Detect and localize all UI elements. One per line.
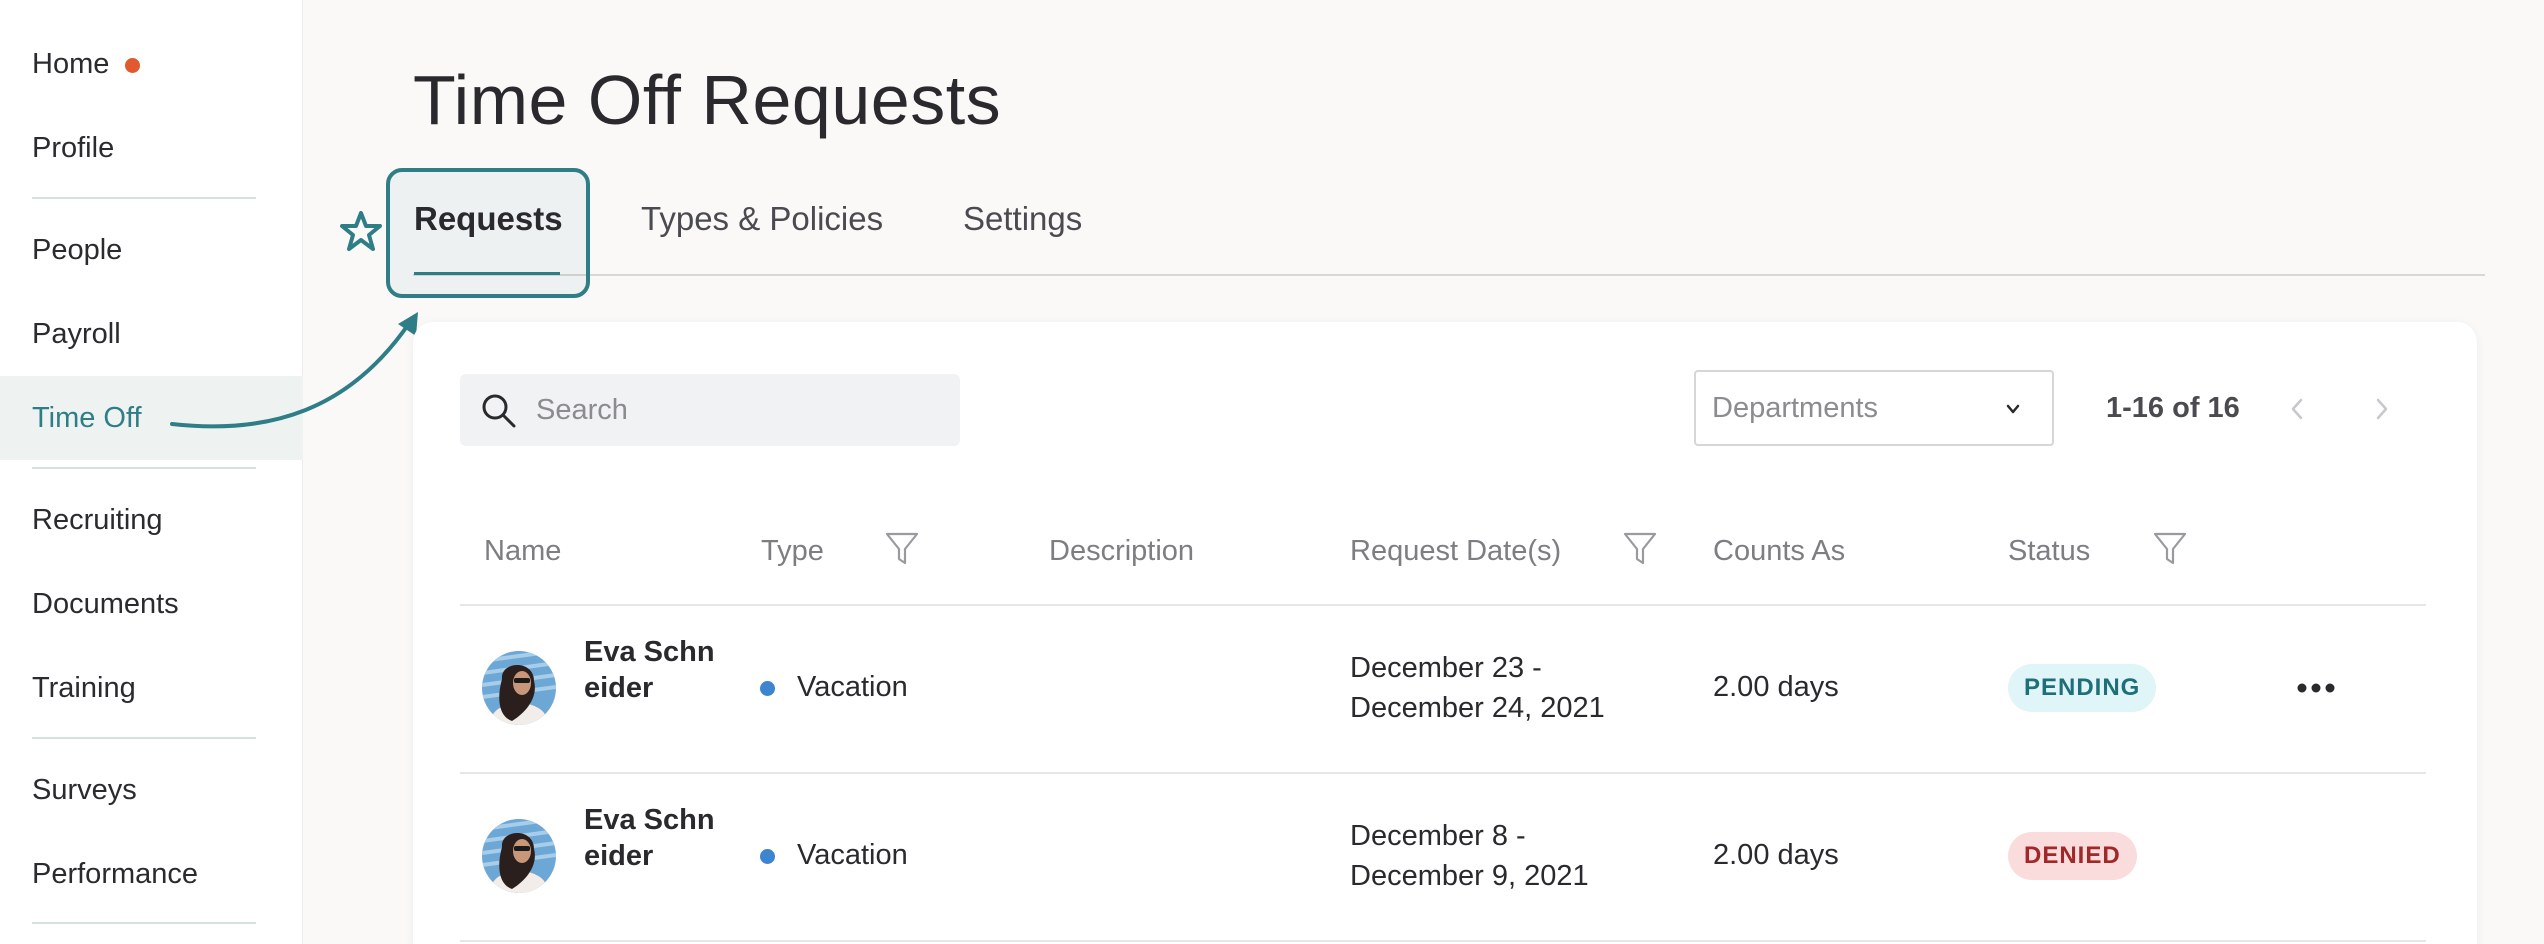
nav-divider <box>32 922 256 924</box>
tab-label: Types & Policies <box>641 200 884 237</box>
sidebar: Home Profile People Payroll Time Off Rec… <box>0 0 303 944</box>
callout-arrow-icon <box>170 312 418 429</box>
request-type: Vacation <box>797 671 908 703</box>
counts-as: 2.00 days <box>1713 671 1839 703</box>
filter-icon[interactable] <box>2152 530 2188 568</box>
sidebar-item-documents[interactable]: Documents <box>0 562 303 646</box>
more-options-icon[interactable] <box>2296 681 2336 695</box>
employee-name[interactable]: Eva Schneider <box>584 802 724 874</box>
tab-settings[interactable]: Settings <box>963 200 1082 238</box>
tabs-divider <box>413 274 2485 276</box>
sidebar-item-recruiting[interactable]: Recruiting <box>0 478 303 562</box>
request-date-start: December 23 - <box>1350 652 1542 684</box>
sidebar-item-surveys[interactable]: Surveys <box>0 748 303 832</box>
active-tab-underline <box>414 272 560 275</box>
type-dot <box>760 849 775 864</box>
status-badge: DENIED <box>2008 832 2137 880</box>
column-header-request-dates[interactable]: Request Date(s) <box>1350 535 1561 568</box>
star-icon <box>340 211 382 251</box>
nav-divider <box>32 467 256 469</box>
filter-icon[interactable] <box>1622 530 1658 568</box>
sidebar-item-label: Payroll <box>32 317 121 350</box>
tab-requests[interactable]: Requests <box>414 200 563 238</box>
table-divider <box>460 772 2426 774</box>
pagination-count: 1-16 of 16 <box>2106 392 2240 424</box>
avatar <box>482 651 556 725</box>
tab-label: Requests <box>414 200 563 237</box>
sidebar-item-label: Home <box>32 47 110 80</box>
request-dates: December 23 - December 24, 2021 <box>1350 648 1650 728</box>
type-dot <box>760 681 775 696</box>
chevron-right-icon[interactable] <box>2368 392 2396 426</box>
search-input[interactable] <box>536 388 936 432</box>
sidebar-item-performance[interactable]: Performance <box>0 832 303 916</box>
sidebar-item-profile[interactable]: Profile <box>0 106 303 190</box>
column-header-status[interactable]: Status <box>2008 535 2090 568</box>
column-header-counts-as[interactable]: Counts As <box>1713 535 1845 568</box>
table-divider <box>460 604 2426 606</box>
departments-select[interactable]: Departments <box>1694 370 2054 446</box>
nav-divider <box>32 197 256 199</box>
column-header-description[interactable]: Description <box>1049 535 1194 568</box>
status-badge: PENDING <box>2008 664 2157 712</box>
request-dates: December 8 - December 9, 2021 <box>1350 816 1650 896</box>
sidebar-item-label: Recruiting <box>32 503 163 536</box>
table-divider <box>460 940 2426 942</box>
sidebar-item-home[interactable]: Home <box>0 22 303 106</box>
filter-icon[interactable] <box>884 530 920 568</box>
column-header-type[interactable]: Type <box>761 535 824 568</box>
tab-types-policies[interactable]: Types & Policies <box>641 200 883 238</box>
sidebar-item-label: Time Off <box>32 401 142 434</box>
nav-divider <box>32 737 256 739</box>
sidebar-item-label: Surveys <box>32 773 137 806</box>
column-header-name[interactable]: Name <box>484 535 561 568</box>
sidebar-item-people[interactable]: People <box>0 208 303 292</box>
sidebar-item-label: Profile <box>32 131 115 164</box>
sidebar-item-label: Performance <box>32 857 199 890</box>
request-date-end: December 24, 2021 <box>1350 692 1605 724</box>
sidebar-item-label: Documents <box>32 587 179 620</box>
departments-select-label: Departments <box>1712 391 1879 424</box>
tab-label: Settings <box>963 200 1083 237</box>
avatar <box>482 819 556 893</box>
request-date-start: December 8 - <box>1350 820 1526 852</box>
request-date-end: December 9, 2021 <box>1350 860 1589 892</box>
search-icon <box>482 394 516 428</box>
sidebar-item-training[interactable]: Training <box>0 646 303 730</box>
chevron-down-icon <box>2006 404 2020 414</box>
chevron-left-icon[interactable] <box>2283 392 2311 426</box>
employee-name[interactable]: Eva Schneider <box>584 634 724 706</box>
counts-as: 2.00 days <box>1713 839 1839 871</box>
notification-dot <box>125 57 141 73</box>
search-box <box>460 374 960 446</box>
sidebar-item-label: People <box>32 233 123 266</box>
page-title: Time Off Requests <box>413 61 1002 139</box>
request-type: Vacation <box>797 839 908 871</box>
sidebar-item-label: Training <box>32 671 136 704</box>
